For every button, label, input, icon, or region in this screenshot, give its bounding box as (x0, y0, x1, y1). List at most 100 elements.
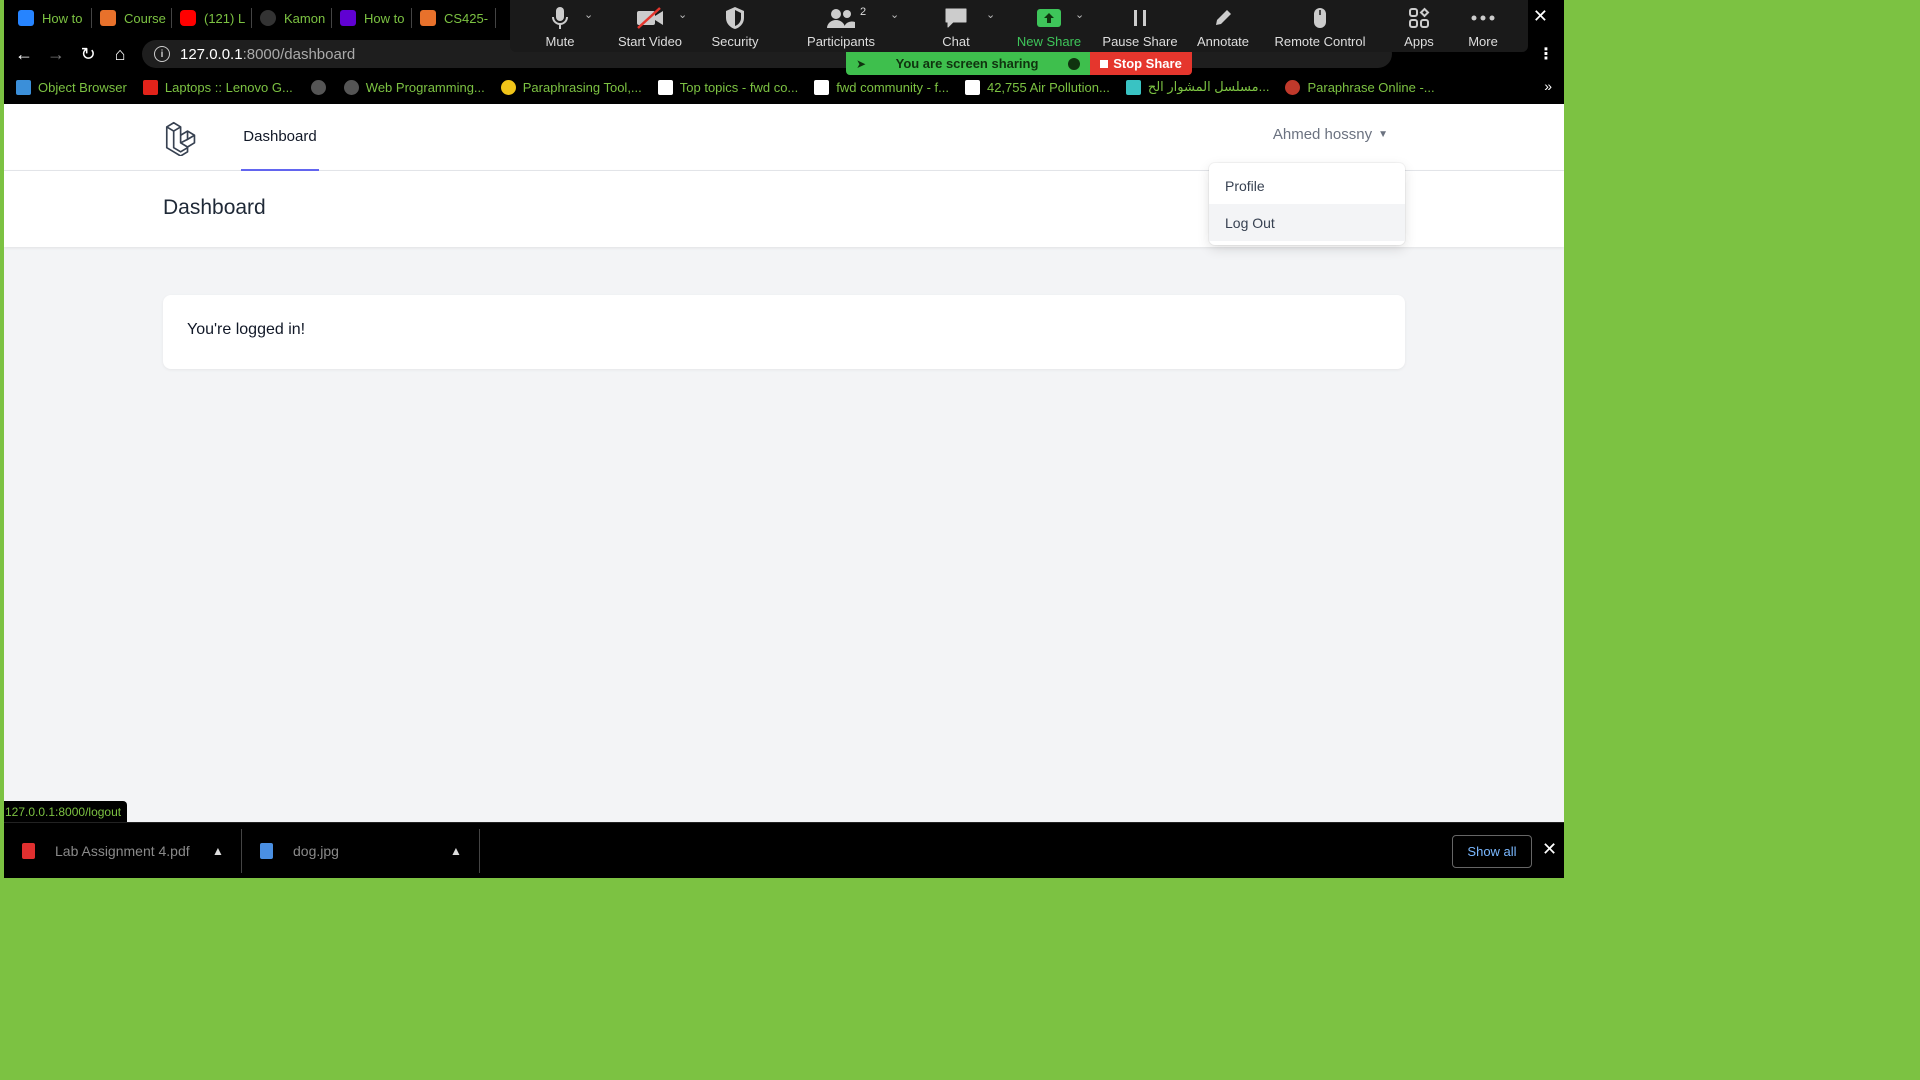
chevron-down-icon[interactable]: ⌄ (678, 8, 687, 21)
bookmark-label: Top topics - fwd co... (679, 79, 799, 95)
download-filename: dog.jpg (293, 843, 339, 859)
istock-icon (964, 79, 980, 95)
sharing-text: You are screen sharing (895, 56, 1039, 71)
security-button[interactable]: Security (690, 4, 780, 50)
paraphrase-icon (1285, 79, 1301, 95)
bookmark[interactable]: مسلسل المشوار الح... (1125, 79, 1270, 95)
bookmark-label: 42,755 Air Pollution... (986, 79, 1110, 95)
user-menu-button[interactable]: Ahmed hossny ▼ (1273, 126, 1388, 143)
zoom-toolbar: Mute ⌄ Start Video ⌄ Security Participan… (510, 0, 1528, 52)
more-icon (1448, 4, 1518, 32)
stop-share-button[interactable]: Stop Share (1090, 52, 1192, 75)
tab-label: How to (364, 10, 405, 26)
browser-tab[interactable]: (121) L (170, 4, 252, 32)
reload-icon[interactable]: ↻ (76, 42, 100, 66)
nav-dashboard-link[interactable]: Dashboard (241, 104, 319, 171)
bookmark-label: Laptops :: Lenovo G... (164, 79, 293, 95)
more-button[interactable]: More (1448, 4, 1518, 50)
button-label: Security (711, 34, 759, 49)
url-host: 127.0.0.1 (180, 45, 243, 63)
participants-icon (796, 4, 886, 32)
coursera-icon (100, 10, 116, 26)
browser-tab[interactable]: Course (90, 4, 172, 32)
bookmark-label: Web Programming... (365, 79, 485, 95)
tab-label: Kamon (284, 10, 326, 26)
participants-button[interactable]: Participants (796, 4, 886, 50)
user-dropdown-menu: Profile Log Out (1209, 163, 1405, 245)
pin-icon[interactable]: ➤ (856, 57, 866, 71)
tab-label: CS425- (444, 10, 489, 26)
close-shelf-icon[interactable]: ✕ (1542, 839, 1557, 860)
bookmark-label: Object Browser (38, 79, 127, 95)
browser-tab[interactable]: How to (330, 4, 412, 32)
button-label: Mute (545, 34, 575, 49)
chevron-up-icon[interactable]: ▲ (450, 844, 462, 858)
sharing-status: ➤ You are screen sharing (846, 52, 1090, 75)
forum-icon (814, 79, 830, 95)
forward-icon[interactable]: → (44, 42, 68, 66)
show-all-button[interactable]: Show all (1452, 835, 1532, 868)
bookmark[interactable]: Top topics - fwd co... (657, 79, 799, 95)
bookmark[interactable]: Object Browser (16, 79, 127, 95)
tab-label: How to (42, 10, 83, 26)
object-browser-icon (16, 79, 31, 95)
laravel-logo-icon[interactable] (164, 120, 200, 156)
bookmark[interactable]: Paraphrasing Tool,... (500, 79, 642, 95)
bookmark[interactable] (310, 79, 326, 95)
pause-share-button[interactable]: Pause Share (1095, 4, 1185, 50)
download-item[interactable]: Lab Assignment 4.pdf ▲ (22, 833, 242, 869)
downloads-shelf: Lab Assignment 4.pdf ▲ dog.jpg ▲ Show al… (4, 822, 1564, 878)
back-icon[interactable]: ← (12, 42, 36, 66)
window-close-icon[interactable]: ✕ (1533, 6, 1548, 27)
button-label: Participants (807, 34, 875, 49)
annotate-button[interactable]: Annotate (1178, 4, 1268, 50)
home-icon[interactable]: ⌂ (108, 42, 132, 66)
browser-tab[interactable]: How to (8, 4, 92, 32)
bookmark-label: fwd community - f... (836, 79, 949, 95)
button-label: Pause Share (1102, 34, 1178, 49)
profile-menu-item[interactable]: Profile (1209, 167, 1405, 204)
chevron-down-icon[interactable]: ⌄ (890, 8, 899, 21)
chevron-down-icon[interactable]: ⌄ (986, 8, 995, 21)
pause-icon (1095, 4, 1185, 32)
browser-tab[interactable]: Kamon (250, 4, 332, 32)
forum-icon (657, 79, 673, 95)
globe-icon (343, 79, 359, 95)
chevron-down-icon[interactable]: ⌄ (1075, 8, 1084, 21)
button-label: New Share (1016, 34, 1082, 49)
chevron-up-icon[interactable]: ▲ (212, 844, 224, 858)
button-label: Remote Control (1274, 34, 1366, 49)
user-name: Ahmed hossny (1272, 126, 1373, 143)
remote-control-button[interactable]: Remote Control (1270, 4, 1370, 50)
lenovo-icon (142, 79, 158, 95)
stop-icon (1100, 59, 1109, 68)
shield-icon (690, 4, 780, 32)
tab-label: Course (124, 10, 166, 26)
moodle-icon (420, 10, 436, 26)
browser-tab[interactable]: CS425- (410, 4, 496, 32)
youtube-icon (180, 10, 196, 26)
mouse-icon (1270, 4, 1370, 32)
chevron-down-icon[interactable]: ⌄ (584, 8, 593, 21)
site-info-icon[interactable]: i (154, 46, 170, 62)
browser-menu-icon[interactable]: ⋮ (1538, 44, 1554, 64)
yahoo-icon (340, 10, 356, 26)
screen-frame: How to Course (121) L Kamon How to CS425… (4, 0, 1564, 878)
bookmark[interactable]: Web Programming... (343, 79, 485, 95)
bookmarks-overflow-icon[interactable]: » (1544, 78, 1552, 94)
bookmark[interactable]: Paraphrase Online -... (1285, 79, 1435, 95)
logout-menu-item[interactable]: Log Out (1209, 204, 1405, 241)
bookmark[interactable]: Laptops :: Lenovo G... (142, 79, 293, 95)
button-label: Chat (942, 34, 970, 49)
bookmark-label: Paraphrasing Tool,... (522, 79, 642, 95)
button-label: Annotate (1196, 34, 1250, 49)
bookmark[interactable]: 42,755 Air Pollution... (964, 79, 1110, 95)
url-path: :8000/dashboard (242, 45, 356, 63)
bookmark-label: مسلسل المشوار الح... (1147, 79, 1270, 94)
confluence-icon (18, 10, 34, 26)
bookmark[interactable]: fwd community - f... (814, 79, 949, 95)
image-file-icon (260, 843, 273, 859)
download-item[interactable]: dog.jpg ▲ (260, 833, 480, 869)
page-viewport: Dashboard Ahmed hossny ▼ Dashboard You'r… (4, 104, 1564, 822)
page-title: Dashboard (163, 196, 266, 219)
